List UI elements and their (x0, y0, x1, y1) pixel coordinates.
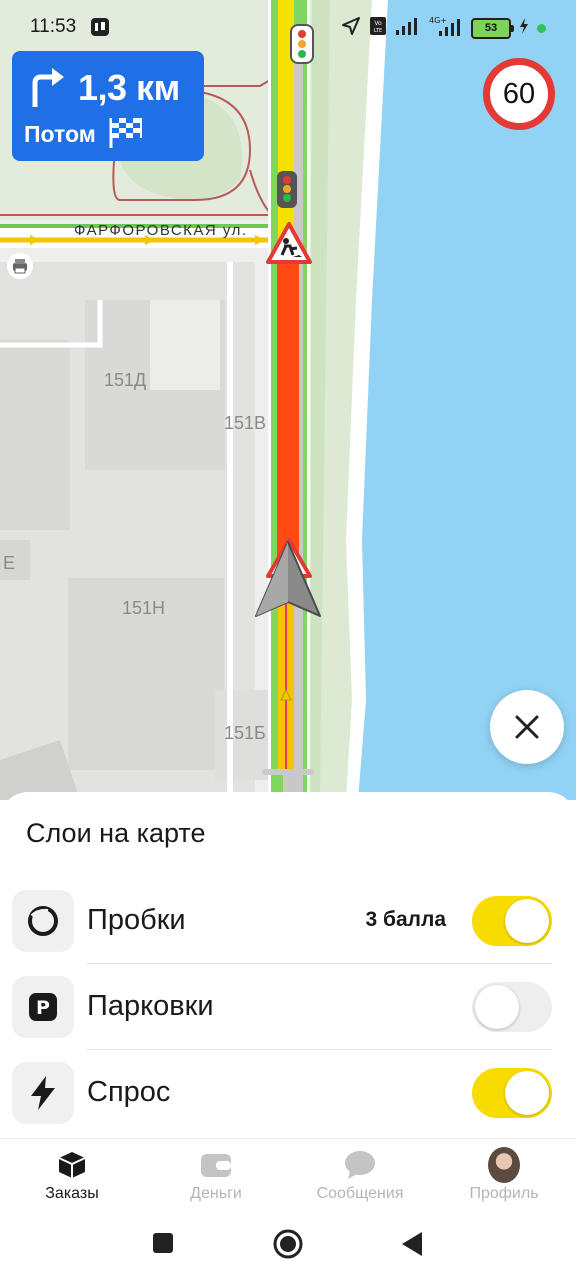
toggle-knob (505, 899, 549, 943)
finish-flag-icon (108, 115, 144, 154)
layer-row-parking[interactable]: P Парковки (0, 964, 576, 1050)
building-label: 151Н (122, 598, 166, 618)
building-label: 151Б (224, 723, 266, 743)
traffic-score: 3 балла (365, 908, 446, 931)
tab-label: Сообщения (316, 1185, 404, 1202)
layer-label: Пробки (87, 904, 186, 936)
traffic-toggle[interactable] (472, 896, 552, 946)
recent-apps-button[interactable] (152, 1232, 174, 1259)
turn-right-icon (28, 65, 68, 114)
tab-label: Заказы (45, 1185, 99, 1202)
demand-toggle[interactable] (472, 1068, 552, 1118)
lightning-icon (12, 1062, 74, 1124)
traffic-light-icon (276, 170, 298, 215)
svg-text:Vo: Vo (374, 20, 382, 27)
tab-messages[interactable]: Сообщения (288, 1139, 432, 1213)
navigation-arrow-icon (253, 540, 323, 625)
back-button[interactable] (400, 1231, 424, 1262)
layer-row-demand[interactable]: Спрос (0, 1050, 576, 1136)
battery-icon: 53 (471, 17, 514, 39)
traffic-icon (12, 890, 74, 952)
svg-text:P: P (36, 997, 50, 1019)
location-icon (341, 16, 361, 41)
tab-label: Деньги (190, 1185, 242, 1202)
chat-icon (344, 1149, 376, 1181)
svg-text:LTE: LTE (374, 28, 382, 34)
parking-toggle[interactable] (472, 982, 552, 1032)
avatar (488, 1147, 520, 1183)
svg-text:4G+: 4G+ (429, 16, 447, 25)
status-time: 11:53 (30, 16, 77, 37)
scroll-handle[interactable] (262, 769, 314, 775)
road-works-icon (266, 222, 312, 269)
maneuver-card[interactable]: 1,3 км Потом (12, 51, 204, 161)
printer-icon (6, 252, 34, 285)
tab-money[interactable]: Деньги (144, 1139, 288, 1213)
parking-icon: P (12, 976, 74, 1038)
layer-label: Спрос (87, 1076, 171, 1108)
cube-icon (56, 1149, 88, 1181)
speed-limit-sign: 60 (483, 58, 555, 130)
privacy-dot (537, 23, 546, 33)
charging-icon (519, 17, 529, 40)
toggle-knob (505, 1071, 549, 1115)
system-navigation-bar (0, 1212, 576, 1280)
tab-orders[interactable]: Заказы (0, 1139, 144, 1213)
layer-row-traffic[interactable]: Пробки 3 балла (0, 878, 576, 964)
layer-label: Парковки (87, 990, 214, 1022)
avatar-slot (488, 1147, 520, 1183)
signal-icon (395, 16, 421, 41)
signal-4g-icon: 4G+ (429, 15, 463, 42)
building-label: Е (3, 553, 16, 573)
building-label: 151В (224, 413, 267, 433)
building-label: 151Д (104, 370, 147, 390)
maneuver-distance: 1,3 км (78, 67, 180, 108)
home-button[interactable] (272, 1228, 304, 1265)
bottom-navigation: Заказы Деньги Сообщения Профиль (0, 1138, 576, 1213)
close-button[interactable] (490, 690, 564, 764)
tab-label: Профиль (469, 1185, 539, 1202)
volte-icon: Vo LTE (369, 16, 387, 41)
maneuver-next-label: Потом (24, 121, 96, 147)
wallet-icon (200, 1149, 232, 1181)
status-bar: 11:53 Vo LTE 4G+ 53 (0, 0, 576, 56)
layers-panel: Слои на карте Пробки 3 балла P Парковки … (0, 792, 576, 1138)
street-label: ФАРФОРОВСКАЯ ул. (74, 222, 248, 239)
toggle-knob (475, 985, 519, 1029)
notification-icon (90, 17, 110, 42)
tab-profile[interactable]: Профиль (432, 1139, 576, 1213)
panel-title: Слои на карте (26, 818, 206, 848)
close-icon (515, 715, 539, 739)
